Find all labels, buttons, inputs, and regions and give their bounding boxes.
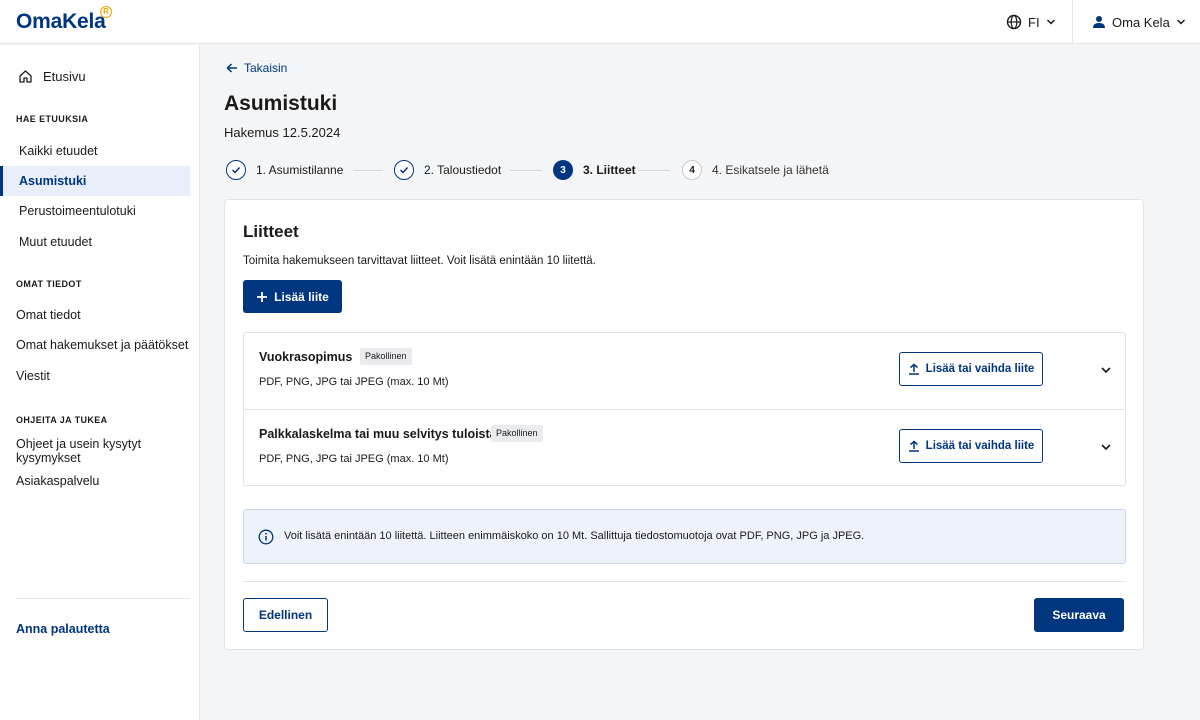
sidebar-item-omat-hakemukset[interactable]: Omat hakemukset ja päätökset bbox=[0, 330, 190, 360]
step-label: 3. Liitteet bbox=[583, 163, 636, 177]
step-asumistilanne[interactable]: 1. Asumistilanne bbox=[226, 160, 343, 180]
top-header: OmaKela R FI Oma Kela bbox=[0, 0, 1200, 44]
attachment-name: Vuokrasopimus bbox=[259, 350, 353, 364]
language-label: FI bbox=[1028, 14, 1040, 30]
card-divider bbox=[243, 581, 1126, 582]
info-text: Voit lisätä enintään 10 liitettä. Liitte… bbox=[284, 530, 865, 542]
step-check-icon bbox=[394, 160, 414, 180]
add-attachment-label: Lisää liite bbox=[274, 289, 329, 304]
step-esikatsele: 4 4. Esikatsele ja lähetä bbox=[682, 160, 829, 180]
check-icon bbox=[231, 166, 241, 174]
step-label: 1. Asumistilanne bbox=[256, 163, 344, 177]
sidebar-item-ohjeet[interactable]: Ohjeet ja usein kysytyt kysymykset bbox=[0, 436, 190, 466]
attachments-description: Toimita hakemukseen tarvittavat liitteet… bbox=[243, 255, 596, 267]
chevron-down-icon bbox=[1046, 19, 1055, 25]
next-button[interactable]: Seuraava bbox=[1034, 598, 1124, 632]
sidebar-heading-omat-tiedot: OMAT TIEDOT bbox=[16, 279, 82, 289]
step-taloustiedot[interactable]: 2. Taloustiedot bbox=[394, 160, 501, 180]
sidebar-item-omat-tiedot[interactable]: Omat tiedot bbox=[0, 300, 190, 330]
sidebar-item-asumistuki[interactable]: Asumistuki bbox=[0, 166, 190, 196]
sidebar: Etusivu HAE ETUUKSIA Kaikki etuudet Asum… bbox=[0, 45, 200, 720]
attachments-card: Liitteet Toimita hakemukseen tarvittavat… bbox=[224, 199, 1144, 650]
sidebar-heading-hae-etuuksia: HAE ETUUKSIA bbox=[16, 114, 89, 124]
user-menu[interactable]: Oma Kela bbox=[1092, 12, 1186, 32]
add-or-replace-attachment-button[interactable]: Lisää tai vaihda liite bbox=[899, 429, 1043, 463]
step-connector bbox=[353, 170, 383, 171]
attachment-row-palkkalaskelma: Palkkalaskelma tai muu selvitys tuloista… bbox=[244, 409, 1125, 485]
user-icon bbox=[1093, 16, 1105, 28]
chevron-down-icon[interactable] bbox=[1099, 440, 1113, 454]
progress-stepper: 1. Asumistilanne 2. Taloustiedot 3 3. Li… bbox=[226, 160, 846, 180]
sidebar-item-label: Etusivu bbox=[43, 69, 86, 84]
header-divider bbox=[1072, 0, 1073, 44]
attachment-file-types: PDF, PNG, JPG tai JPEG (max. 10 Mt) bbox=[259, 453, 449, 465]
plus-icon bbox=[257, 291, 268, 302]
attachment-row-vuokrasopimus: Vuokrasopimus Pakollinen PDF, PNG, JPG t… bbox=[244, 333, 1125, 409]
omakela-logo[interactable]: OmaKela bbox=[16, 10, 106, 34]
sidebar-item-asiakaspalvelu[interactable]: Asiakaspalvelu bbox=[0, 466, 190, 496]
feedback-link[interactable]: Anna palautetta bbox=[16, 622, 110, 636]
sidebar-divider bbox=[16, 598, 190, 599]
add-or-replace-label: Lisää tai vaihda liite bbox=[925, 363, 1035, 375]
back-link[interactable]: Takaisin bbox=[226, 61, 287, 75]
info-icon bbox=[258, 529, 274, 545]
add-or-replace-attachment-button[interactable]: Lisää tai vaihda liite bbox=[899, 352, 1043, 386]
page-title: Asumistuki bbox=[224, 92, 338, 115]
sidebar-heading-ohjeita-ja-tukea: OHJEITA JA TUKEA bbox=[16, 415, 108, 425]
home-icon bbox=[19, 70, 32, 83]
sidebar-item-perustoimeentulotuki[interactable]: Perustoimeentulotuki bbox=[0, 196, 190, 226]
step-label: 4. Esikatsele ja lähetä bbox=[712, 163, 829, 177]
upload-icon bbox=[908, 363, 919, 375]
sidebar-item-home[interactable]: Etusivu bbox=[18, 69, 86, 84]
step-liitteet: 3 3. Liitteet bbox=[553, 160, 636, 180]
step-number: 4 bbox=[682, 160, 702, 180]
info-notice: Voit lisätä enintään 10 liitettä. Liitte… bbox=[243, 509, 1126, 564]
step-check-icon bbox=[226, 160, 246, 180]
chevron-down-icon bbox=[1176, 19, 1185, 25]
check-icon bbox=[399, 166, 409, 174]
attachment-name: Palkkalaskelma tai muu selvitys tuloista bbox=[259, 427, 497, 441]
add-or-replace-label: Lisää tai vaihda liite bbox=[925, 440, 1035, 452]
language-selector[interactable]: FI bbox=[1006, 12, 1056, 32]
logo-mark-icon: R bbox=[100, 6, 112, 18]
upload-icon bbox=[908, 440, 919, 452]
globe-icon bbox=[1006, 14, 1022, 30]
sidebar-item-viestit[interactable]: Viestit bbox=[0, 361, 190, 391]
step-label: 2. Taloustiedot bbox=[424, 163, 502, 177]
sidebar-item-kaikki-etuudet[interactable]: Kaikki etuudet bbox=[0, 136, 190, 166]
attachment-list: Vuokrasopimus Pakollinen PDF, PNG, JPG t… bbox=[243, 332, 1126, 486]
step-connector bbox=[510, 170, 542, 171]
required-badge: Pakollinen bbox=[491, 425, 543, 442]
add-attachment-button[interactable]: Lisää liite bbox=[243, 280, 342, 313]
step-number: 3 bbox=[553, 160, 573, 180]
chevron-down-icon[interactable] bbox=[1099, 363, 1113, 377]
application-date: Hakemus 12.5.2024 bbox=[224, 125, 341, 140]
user-name: Oma Kela bbox=[1112, 14, 1170, 30]
back-label: Takaisin bbox=[244, 61, 288, 75]
required-badge: Pakollinen bbox=[360, 348, 412, 365]
sidebar-item-muut-etuudet[interactable]: Muut etuudet bbox=[0, 227, 190, 257]
attachments-title: Liitteet bbox=[243, 222, 299, 241]
attachment-file-types: PDF, PNG, JPG tai JPEG (max. 10 Mt) bbox=[259, 376, 449, 388]
step-connector bbox=[638, 170, 670, 171]
arrow-left-icon bbox=[226, 63, 237, 73]
previous-button[interactable]: Edellinen bbox=[243, 598, 328, 632]
